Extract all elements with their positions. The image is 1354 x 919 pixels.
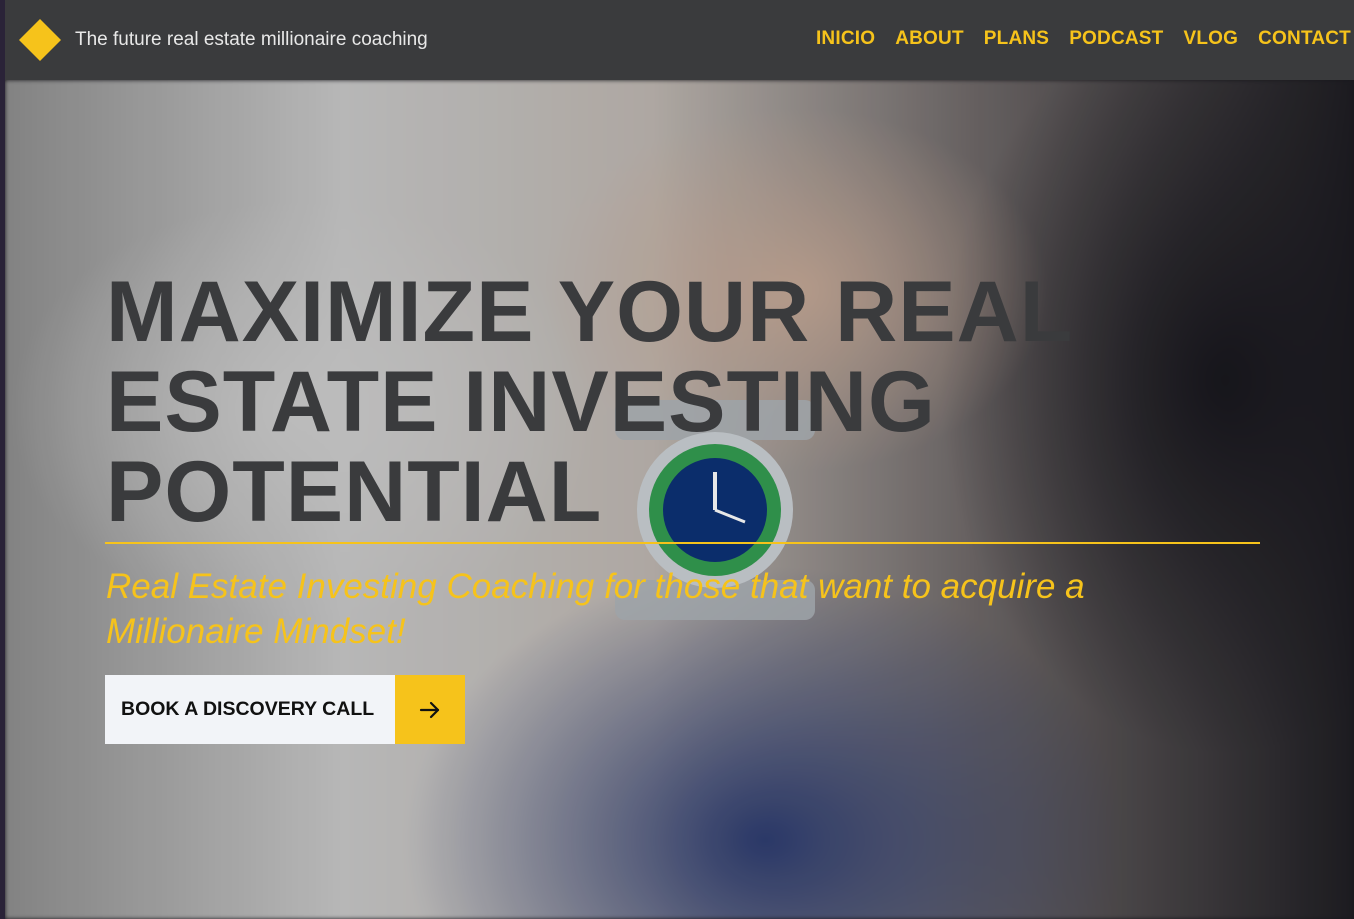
- nav-item-plans[interactable]: PLANS: [984, 28, 1049, 50]
- cta-label[interactable]: BOOK A DISCOVERY CALL: [105, 675, 395, 744]
- nav-item-inicio[interactable]: INICIO: [816, 28, 875, 50]
- diamond-logo-icon[interactable]: [19, 19, 61, 61]
- hero-divider: [105, 542, 1260, 544]
- nav-item-about[interactable]: ABOUT: [895, 28, 964, 50]
- site-title[interactable]: The future real estate millionaire coach…: [75, 29, 428, 51]
- main-nav: INICIO ABOUT PLANS PODCAST VLOG CONTACT: [796, 28, 1351, 50]
- site-header: The future real estate millionaire coach…: [5, 0, 1354, 80]
- hero-subtitle: Real Estate Investing Coaching for those…: [106, 567, 1085, 651]
- book-discovery-call-button[interactable]: BOOK A DISCOVERY CALL: [105, 675, 465, 744]
- hero-title: MAXIMIZE YOUR REAL ESTATE INVESTING POTE…: [106, 264, 1072, 540]
- nav-item-contact[interactable]: CONTACT: [1258, 28, 1351, 50]
- cta-arrow-box[interactable]: [395, 675, 465, 744]
- nav-item-podcast[interactable]: PODCAST: [1069, 28, 1163, 50]
- hero-section: MAXIMIZE YOUR REAL ESTATE INVESTING POTE…: [5, 80, 1354, 919]
- nav-item-vlog[interactable]: VLOG: [1183, 28, 1238, 50]
- arrow-right-icon: [419, 701, 440, 718]
